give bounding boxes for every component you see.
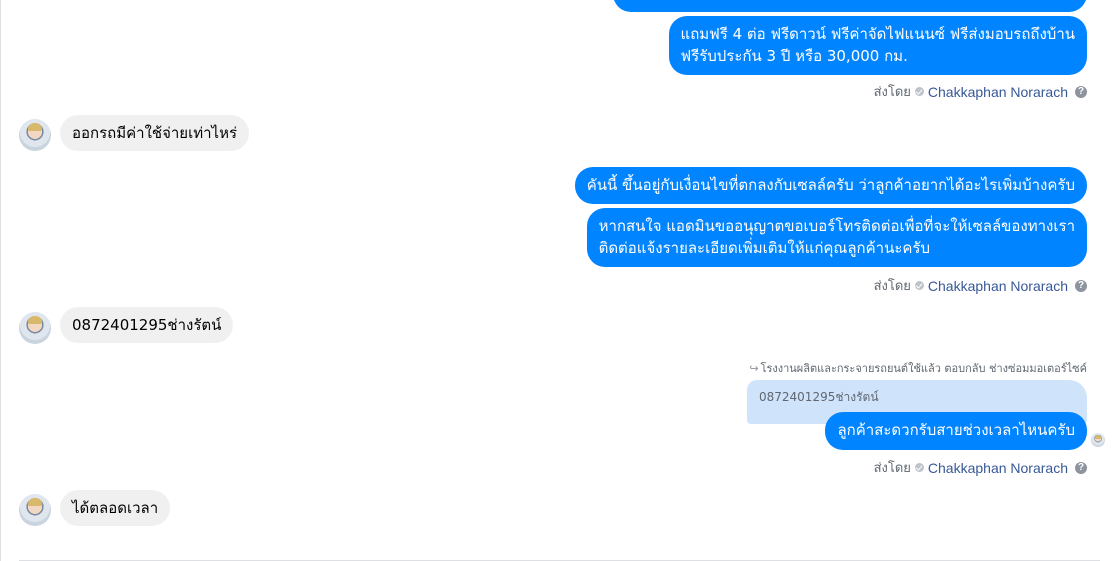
reply-context-text: โรงงานผลิตและกระจายรถยนต์ใช้แล้ว ตอบกลับ… — [760, 362, 1087, 375]
sent-by-label: ส่งโดย — [873, 460, 911, 475]
message-bubble-outgoing[interactable]: คันนี้ ขึ้นอยู่กับเงื่อนไขที่ตกลงกับเซลล… — [574, 167, 1087, 204]
quoted-text: 0872401295ช่างรัตน์ — [759, 390, 879, 404]
question-circle-icon[interactable]: ? — [1075, 279, 1087, 292]
reply-arrow-icon: ↪ — [749, 361, 759, 375]
avatar[interactable] — [19, 119, 51, 151]
avatar[interactable] — [19, 312, 51, 344]
chat-thread: แถมฟรี 4 ต่อ ฟรีดาวน์ ฟรีค่าจัดไฟแนนซ์ ฟ… — [0, 0, 1112, 561]
message-text: 0872401295ช่างรัตน์ — [72, 316, 222, 334]
sender-name-link[interactable]: Chakkaphan Norarach — [928, 278, 1068, 294]
check-circle-icon — [914, 463, 924, 472]
check-circle-icon — [914, 87, 924, 96]
message-bubble-outgoing[interactable]: แถมฟรี 4 ต่อ ฟรีดาวน์ ฟรีค่าจัดไฟแนนซ์ ฟ… — [668, 16, 1087, 75]
message-bubble-incoming[interactable]: ได้ตลอดเวลา — [60, 490, 171, 526]
sender-name-link[interactable]: Chakkaphan Norarach — [928, 460, 1068, 476]
sent-by-info: ส่งโดย Chakkaphan Norarach ? — [874, 81, 1087, 102]
avatar[interactable] — [19, 494, 51, 526]
read-receipt-avatar — [1091, 433, 1105, 447]
message-text: หากสนใจ แอดมินขออนุญาตขอเบอร์โทรติดต่อเพ… — [598, 217, 1075, 235]
sender-name-link[interactable]: Chakkaphan Norarach — [928, 84, 1068, 100]
message-bubble-outgoing[interactable] — [613, 0, 1087, 12]
message-text: ฟรีรับประกัน 3 ปี หรือ 30,000 กม. — [680, 47, 908, 65]
message-text: ได้ตลอดเวลา — [72, 499, 159, 517]
message-text: แถมฟรี 4 ต่อ ฟรีดาวน์ ฟรีค่าจัดไฟแนนซ์ ฟ… — [680, 25, 1075, 43]
sent-by-info: ส่งโดย Chakkaphan Norarach ? — [874, 275, 1087, 296]
sent-by-label: ส่งโดย — [873, 84, 911, 99]
message-bubble-incoming[interactable]: 0872401295ช่างรัตน์ — [60, 307, 234, 343]
message-bubble-outgoing[interactable]: ลูกค้าสะดวกรับสายช่วงเวลาไหนครับ — [825, 412, 1087, 450]
sent-by-label: ส่งโดย — [873, 278, 911, 293]
message-bubble-outgoing[interactable]: หากสนใจ แอดมินขออนุญาตขอเบอร์โทรติดต่อเพ… — [586, 208, 1087, 267]
message-text: คันนี้ ขึ้นอยู่กับเงื่อนไขที่ตกลงกับเซลล… — [586, 176, 1075, 194]
message-text: ออกรถมีค่าใช้จ่ายเท่าไหร่ — [72, 124, 238, 142]
message-text: ติดต่อแจ้งรายละเอียดเพิ่มเติมให้แก่คุณลู… — [598, 239, 930, 257]
sent-by-info: ส่งโดย Chakkaphan Norarach ? — [874, 457, 1087, 478]
check-circle-icon — [914, 281, 924, 290]
question-circle-icon[interactable]: ? — [1075, 85, 1087, 98]
reply-context-label: ↪ โรงงานผลิตและกระจายรถยนต์ใช้แล้ว ตอบกล… — [749, 359, 1087, 377]
message-bubble-incoming[interactable]: ออกรถมีค่าใช้จ่ายเท่าไหร่ — [60, 115, 250, 151]
question-circle-icon[interactable]: ? — [1075, 461, 1087, 474]
message-text: ลูกค้าสะดวกรับสายช่วงเวลาไหนครับ — [837, 421, 1075, 439]
